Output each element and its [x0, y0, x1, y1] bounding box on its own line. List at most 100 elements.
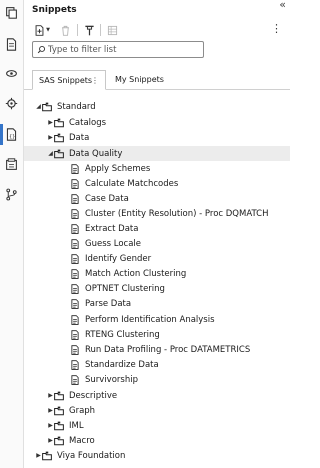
- snippet-folder-icon: [54, 390, 65, 401]
- dropdown-arrow-icon: ▼: [46, 27, 50, 33]
- tree-folder-viya-foundation[interactable]: ▶ Viya Foundation: [24, 448, 290, 463]
- snippet-item[interactable]: Identify Gender: [24, 252, 290, 267]
- snippet-label: Extract Data: [85, 223, 139, 234]
- snippet-file-icon: [70, 374, 81, 385]
- snippet-label: Case Data: [85, 193, 129, 204]
- collapse-caret-icon[interactable]: ▶: [47, 392, 54, 399]
- delete-button[interactable]: [58, 22, 72, 38]
- collapse-caret-icon[interactable]: ▶: [47, 407, 54, 414]
- collapse-caret-icon[interactable]: ▶: [47, 422, 54, 429]
- filter-icon: [84, 25, 94, 35]
- snippet-item[interactable]: Standardize Data: [24, 357, 290, 372]
- snippet-item[interactable]: Case Data: [24, 191, 290, 206]
- snippet-file-icon: [70, 193, 81, 204]
- filter-button[interactable]: [83, 22, 95, 38]
- tree-label: Macro: [69, 435, 95, 446]
- tree-label: Data: [69, 132, 90, 143]
- tree-folder-data[interactable]: ▶ Data: [24, 130, 290, 145]
- snippet-item[interactable]: Run Data Profiling - Proc DATAMETRICS: [24, 342, 290, 357]
- tree-folder-catalogs[interactable]: ▶ Catalogs: [24, 115, 290, 130]
- filter-input[interactable]: [48, 43, 198, 56]
- tree-label: Catalogs: [69, 117, 107, 128]
- new-snippet-icon: [35, 24, 44, 36]
- collapse-caret-icon[interactable]: ▶: [47, 134, 54, 141]
- tree-label: Descriptive: [69, 390, 118, 401]
- snippets-panel: Snippets « ▼ ⋮ SAS Snippets ⋮ My Snippet…: [24, 0, 290, 468]
- snippet-item[interactable]: RTENG Clustering: [24, 327, 290, 342]
- snippet-file-icon: [70, 284, 81, 295]
- snippet-folder-icon: [54, 148, 65, 159]
- snippet-file-icon: [70, 329, 81, 340]
- tab-menu-icon[interactable]: ⋮: [91, 71, 99, 90]
- snippet-item[interactable]: Apply Schemes: [24, 161, 290, 176]
- snippet-file-icon: [70, 359, 81, 370]
- tree-folder-iml[interactable]: ▶ IML: [24, 418, 290, 433]
- tab-my-snippets[interactable]: My Snippets: [113, 70, 164, 90]
- snippet-tabs: SAS Snippets ⋮ My Snippets: [24, 70, 290, 90]
- toolbar-separator: [100, 24, 101, 36]
- expand-caret-icon[interactable]: ◢: [35, 103, 42, 110]
- snippet-file-icon: [70, 239, 81, 250]
- snippet-item[interactable]: Parse Data: [24, 297, 290, 312]
- snippet-file-icon: [70, 163, 81, 174]
- tab-sas-snippets[interactable]: SAS Snippets ⋮: [32, 70, 106, 90]
- snippet-item[interactable]: Perform Identification Analysis: [24, 312, 290, 327]
- snippet-item[interactable]: Match Action Clustering: [24, 267, 290, 282]
- tree-label: Data Quality: [69, 148, 123, 159]
- snippet-label: Identify Gender: [85, 254, 152, 265]
- snippet-folder-icon: [54, 420, 65, 431]
- tree-folder-macro[interactable]: ▶ Macro: [24, 433, 290, 448]
- snippet-label: Cluster (Entity Resolution) - Proc DQMAT…: [85, 208, 269, 219]
- library-icon[interactable]: [4, 66, 19, 81]
- snippet-file-icon: [70, 314, 81, 325]
- tab-label: My Snippets: [115, 75, 164, 84]
- more-options-icon[interactable]: ⋮: [271, 23, 282, 35]
- snippet-file-icon: [70, 223, 81, 234]
- snippets-toolbar: ▼: [32, 22, 118, 38]
- snippet-folder-icon: [54, 117, 65, 128]
- snippet-folder-icon: [54, 132, 65, 143]
- new-snippet-button[interactable]: ▼: [32, 22, 52, 38]
- expand-caret-icon[interactable]: ◢: [47, 150, 54, 157]
- collapse-caret-icon[interactable]: ▶: [47, 437, 54, 444]
- snippet-file-icon: [70, 299, 81, 310]
- settings-gear-icon[interactable]: [4, 96, 19, 111]
- snippet-label: Apply Schemes: [85, 163, 151, 174]
- snippet-label: Survivorship: [85, 374, 138, 385]
- document-icon[interactable]: [4, 37, 19, 52]
- tree-folder-standard[interactable]: ◢ Standard: [24, 99, 290, 114]
- tree-folder-data-quality[interactable]: ◢ Data Quality: [24, 146, 290, 161]
- snippet-label: RTENG Clustering: [85, 329, 160, 340]
- table-view-button[interactable]: [106, 22, 118, 38]
- snippet-item[interactable]: Extract Data: [24, 221, 290, 236]
- snippet-item[interactable]: Survivorship: [24, 372, 290, 387]
- collapse-panel-icon[interactable]: «: [279, 0, 286, 11]
- git-branch-icon[interactable]: [4, 187, 19, 202]
- trash-icon: [61, 25, 69, 36]
- snippet-folder-icon: [54, 435, 65, 446]
- snippet-item[interactable]: Cluster (Entity Resolution) - Proc DQMAT…: [24, 206, 290, 221]
- snippet-item[interactable]: Calculate Matchcodes: [24, 176, 290, 191]
- snippet-item[interactable]: OPTNET Clustering: [24, 282, 290, 297]
- tasks-icon[interactable]: [4, 157, 19, 172]
- tree-label: Graph: [69, 405, 96, 416]
- snippet-label: Parse Data: [85, 299, 132, 310]
- collapse-caret-icon[interactable]: ▶: [47, 119, 54, 126]
- snippet-file-icon: [70, 208, 81, 219]
- snippet-file-icon: [70, 254, 81, 265]
- snippet-label: Perform Identification Analysis: [85, 314, 215, 325]
- copy-icon[interactable]: [4, 5, 19, 20]
- collapse-caret-icon[interactable]: ▶: [35, 452, 42, 459]
- snippet-file-icon: [70, 178, 81, 189]
- search-icon: [37, 45, 46, 54]
- panel-title: Snippets: [32, 5, 77, 15]
- snippet-item[interactable]: Guess Locale: [24, 237, 290, 252]
- snippet-label: Standardize Data: [85, 359, 159, 370]
- tree-label: IML: [69, 420, 84, 431]
- tree-label: Standard: [57, 101, 96, 112]
- tree-folder-descriptive[interactable]: ▶ Descriptive: [24, 388, 290, 403]
- snippets-icon[interactable]: {}: [0, 124, 19, 145]
- svg-text:{}: {}: [9, 134, 15, 140]
- tree-folder-graph[interactable]: ▶ Graph: [24, 403, 290, 418]
- toolbar-separator: [77, 24, 78, 36]
